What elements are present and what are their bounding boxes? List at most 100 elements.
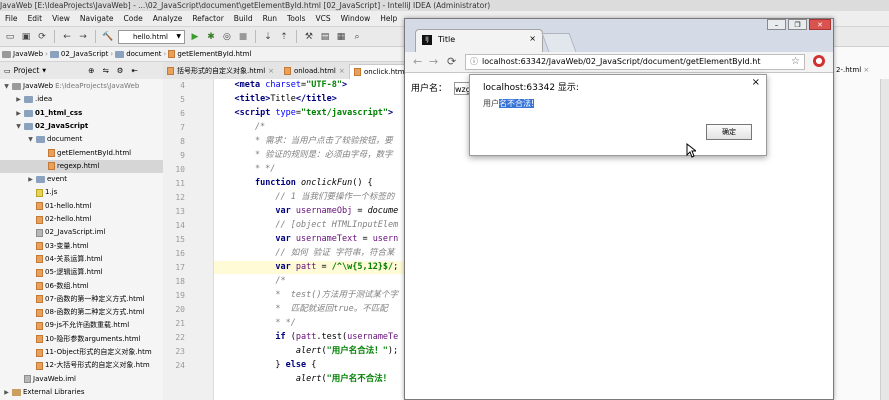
chevron-right-icon[interactable]: ▶ [15, 107, 22, 120]
close-icon[interactable]: × [863, 66, 869, 74]
close-window-icon[interactable]: ✕ [809, 19, 831, 30]
html-file-icon [36, 202, 43, 211]
breadcrumb-project[interactable]: JavaWeb [0, 50, 45, 58]
tree-item[interactable]: ▼ document [0, 133, 163, 146]
editor-tab[interactable]: 括号形式的自定义对象.html × [163, 64, 278, 78]
debug-icon[interactable]: ✱ [205, 31, 217, 43]
menu-view[interactable]: View [47, 14, 75, 23]
tree-item[interactable]: 03-变量.html [0, 240, 163, 253]
maximize-icon[interactable]: ❐ [788, 19, 807, 30]
breadcrumb-file[interactable]: getElementById.html [166, 50, 253, 58]
tree-item[interactable]: 02-hello.html [0, 213, 163, 226]
chevron-down-icon[interactable]: ▼ [27, 133, 34, 146]
breadcrumb-module[interactable]: 02_JavaScript [48, 50, 111, 58]
tree-item[interactable]: 10-隐形参数arguments.html [0, 333, 163, 346]
breadcrumb-folder[interactable]: document [113, 50, 163, 58]
chevron-right-icon[interactable]: ▶ [3, 386, 10, 399]
extension-icon[interactable]: ● [813, 55, 825, 67]
tree-item[interactable]: 11-Object形式的自定义对象.htm [0, 346, 163, 359]
menu-tools[interactable]: Tools [282, 14, 310, 23]
minimize-icon[interactable]: – [767, 19, 786, 30]
vcs-update-icon[interactable]: ⇣ [262, 31, 274, 43]
vcs-commit-icon[interactable]: ⇡ [278, 31, 290, 43]
tree-item[interactable]: ▼ 02_JavaScript [0, 120, 163, 133]
username-input[interactable]: wzg [454, 82, 470, 95]
close-icon[interactable]: × [752, 77, 760, 88]
tree-item[interactable]: 07-函数的第一种定义方式.html [0, 293, 163, 306]
sdk-icon[interactable]: ▦ [335, 31, 347, 43]
tree-item[interactable]: 06-数组.html [0, 280, 163, 293]
tree-item[interactable]: 09-js不允许函数重载.html [0, 319, 163, 332]
tree-item[interactable]: 04-关系运算.html [0, 253, 163, 266]
bookmark-star-icon[interactable]: ☆ [791, 55, 800, 69]
tree-item[interactable]: ▶ 01_html_css [0, 107, 163, 120]
menu-run[interactable]: Run [258, 14, 282, 23]
tree-item[interactable]: 05-逻辑运算.html [0, 266, 163, 279]
new-tab-button[interactable] [541, 33, 577, 52]
search-icon[interactable]: ⌕ [351, 31, 363, 43]
close-icon[interactable]: × [339, 64, 345, 78]
menu-help[interactable]: Help [375, 14, 402, 23]
tree-item[interactable]: ▶ event [0, 173, 163, 186]
menu-window[interactable]: Window [336, 14, 376, 23]
open-folder-icon[interactable]: ▭ [4, 31, 16, 43]
collapse-icon[interactable]: ⇋ [102, 66, 108, 75]
build-hammer-icon[interactable]: 🔨 [102, 31, 114, 43]
menu-build[interactable]: Build [229, 14, 258, 23]
tree-item[interactable]: regexp.html [0, 159, 163, 173]
editor-tab[interactable]: 2-.html × [836, 63, 889, 78]
folder-icon [2, 50, 11, 58]
editor-tab[interactable]: onload.html × [280, 64, 349, 78]
chevron-right-icon[interactable]: ▶ [15, 93, 22, 106]
project-structure-icon[interactable]: ▤ [319, 31, 331, 43]
run-config-select[interactable]: hello.html ▼ [118, 29, 185, 44]
code-line: // [object HTMLInputElem [214, 220, 399, 230]
chevron-down-icon[interactable]: ▼ [3, 80, 10, 93]
chevron-right-icon[interactable]: ▶ [27, 173, 34, 186]
tree-item[interactable]: 12-大括号形式的自定义对象.htm [0, 359, 163, 372]
tree-item[interactable]: getElementById.html [0, 147, 163, 160]
back-arrow-icon[interactable]: ← [61, 31, 73, 43]
menu-vcs[interactable]: VCS [310, 14, 335, 23]
save-icon[interactable]: ▣ [20, 31, 32, 43]
tree-item[interactable]: ▶ External Libraries [0, 386, 163, 399]
tree-item[interactable]: ▶ .idea [0, 93, 163, 106]
alert-message-selected: 名不合法! [499, 99, 535, 108]
menu-code[interactable]: Code [119, 14, 148, 23]
target-icon[interactable]: ⊕ [88, 66, 94, 75]
address-bar[interactable]: ⓘ localhost:63342/JavaWeb/02_JavaScript/… [465, 54, 805, 70]
coverage-icon[interactable]: ◎ [221, 31, 233, 43]
tree-item[interactable]: 1.js [0, 186, 163, 199]
menu-edit[interactable]: Edit [23, 14, 48, 23]
tree-item[interactable]: 08-函数的第二种定义方式.html [0, 306, 163, 319]
menu-file[interactable]: File [0, 14, 23, 23]
close-icon[interactable]: × [529, 34, 536, 43]
html-file-icon [48, 162, 55, 171]
tree-item[interactable]: 02_JavaScript.iml [0, 226, 163, 239]
tree-item[interactable]: JavaWeb.iml [0, 373, 163, 386]
browser-tab[interactable]: IJ Title × [415, 29, 543, 52]
tree-item[interactable]: 01-hello.html [0, 200, 163, 213]
iml-file-icon [36, 228, 43, 237]
alert-ok-button[interactable]: 确定 [706, 124, 752, 140]
tree-item[interactable]: ▼ JavaWeb E:\IdeaProjects\JavaWeb [0, 80, 163, 93]
project-view-select[interactable]: Project [14, 66, 40, 75]
forward-arrow-icon[interactable]: → [429, 55, 438, 68]
code-editor[interactable]: <meta charset="UTF-8"> <title>Title</tit… [214, 79, 404, 400]
menu-refactor[interactable]: Refactor [187, 14, 228, 23]
stop-icon[interactable]: ■ [237, 31, 249, 43]
close-icon[interactable]: × [268, 64, 274, 78]
code-line: } else { [214, 360, 317, 370]
sync-icon[interactable]: ⟳ [36, 31, 48, 43]
back-arrow-icon[interactable]: ← [413, 55, 422, 68]
chevron-down-icon[interactable]: ▼ [42, 68, 46, 74]
gear-icon[interactable]: ⚙ [117, 66, 124, 75]
menu-navigate[interactable]: Navigate [75, 14, 119, 23]
reload-icon[interactable]: ⟳ [447, 55, 456, 68]
forward-arrow-icon[interactable]: → [77, 31, 89, 43]
run-icon[interactable]: ▶ [189, 31, 201, 43]
menu-analyze[interactable]: Analyze [148, 14, 188, 23]
hide-icon[interactable]: ⇤ [131, 66, 137, 75]
chevron-down-icon[interactable]: ▼ [15, 120, 22, 133]
settings-wrench-icon[interactable]: ⚒ [303, 31, 315, 43]
